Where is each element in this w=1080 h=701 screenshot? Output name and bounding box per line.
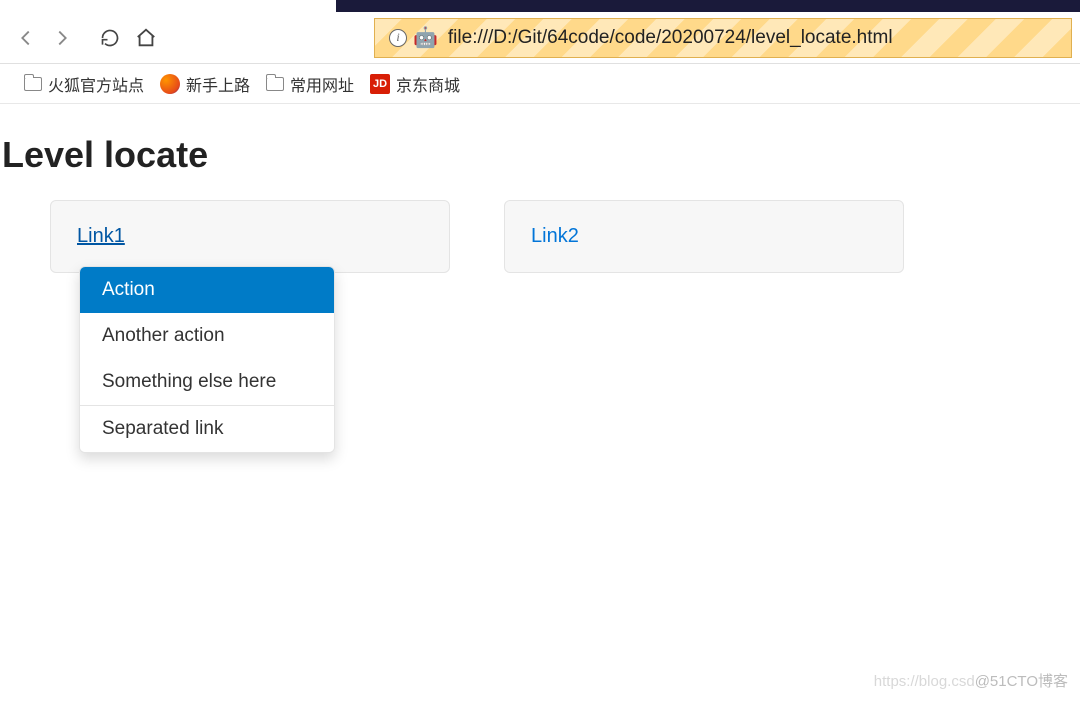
- url-bar[interactable]: i 🤖 file:///D:/Git/64code/code/20200724/…: [374, 18, 1072, 58]
- info-icon[interactable]: i: [389, 29, 407, 47]
- link2[interactable]: Link2: [531, 225, 579, 247]
- dropdown-item-another[interactable]: Another action: [80, 313, 334, 359]
- link1[interactable]: Link1: [77, 225, 125, 247]
- dropdown-item-something[interactable]: Something else here: [80, 359, 334, 405]
- url-security-icons: i 🤖: [389, 28, 438, 48]
- reload-button[interactable]: [92, 20, 128, 56]
- page-content: Level locate Link1 Action Another action…: [0, 104, 1080, 273]
- dropdown-menu: Action Another action Something else her…: [79, 266, 335, 453]
- folder-icon: [24, 77, 42, 91]
- bookmark-item-0[interactable]: 火狐官方站点: [20, 68, 148, 100]
- folder-icon: [266, 77, 284, 91]
- bookmark-label: 新手上路: [186, 72, 250, 96]
- bookmark-label: 火狐官方站点: [48, 72, 144, 96]
- bookmark-item-2[interactable]: 常用网址: [262, 68, 358, 100]
- url-bar-container: i 🤖 file:///D:/Git/64code/code/20200724/…: [374, 18, 1072, 58]
- tracking-icon[interactable]: 🤖: [413, 28, 438, 48]
- page-title: Level locate: [0, 134, 1080, 176]
- panel-link2: Link2: [504, 200, 904, 273]
- watermark-faint: https://blog.csd: [874, 673, 975, 690]
- bookmark-item-1[interactable]: 新手上路: [156, 68, 254, 100]
- bookmark-label: 京东商城: [396, 72, 460, 96]
- watermark: https://blog.csd@51CTO博客: [874, 670, 1068, 691]
- panels-row: Link1 Action Another action Something el…: [0, 200, 1080, 273]
- bookmarks-toolbar: 火狐官方站点 新手上路 常用网址 JD 京东商城: [0, 64, 1080, 104]
- dropdown-item-separated[interactable]: Separated link: [80, 406, 334, 452]
- bookmark-item-3[interactable]: JD 京东商城: [366, 68, 464, 100]
- bookmark-label: 常用网址: [290, 72, 354, 96]
- url-text: file:///D:/Git/64code/code/20200724/leve…: [448, 27, 893, 49]
- browser-chrome: i 🤖 file:///D:/Git/64code/code/20200724/…: [0, 0, 1080, 104]
- firefox-icon: [160, 74, 180, 94]
- panel-link1: Link1 Action Another action Something el…: [50, 200, 450, 273]
- home-button[interactable]: [128, 20, 164, 56]
- dropdown-item-action[interactable]: Action: [80, 267, 334, 313]
- forward-button[interactable]: [44, 20, 80, 56]
- tab-bar: [336, 0, 1080, 12]
- back-button[interactable]: [8, 20, 44, 56]
- watermark-dark: @51CTO博客: [975, 673, 1068, 690]
- nav-toolbar: i 🤖 file:///D:/Git/64code/code/20200724/…: [0, 12, 1080, 64]
- jd-icon: JD: [370, 74, 390, 94]
